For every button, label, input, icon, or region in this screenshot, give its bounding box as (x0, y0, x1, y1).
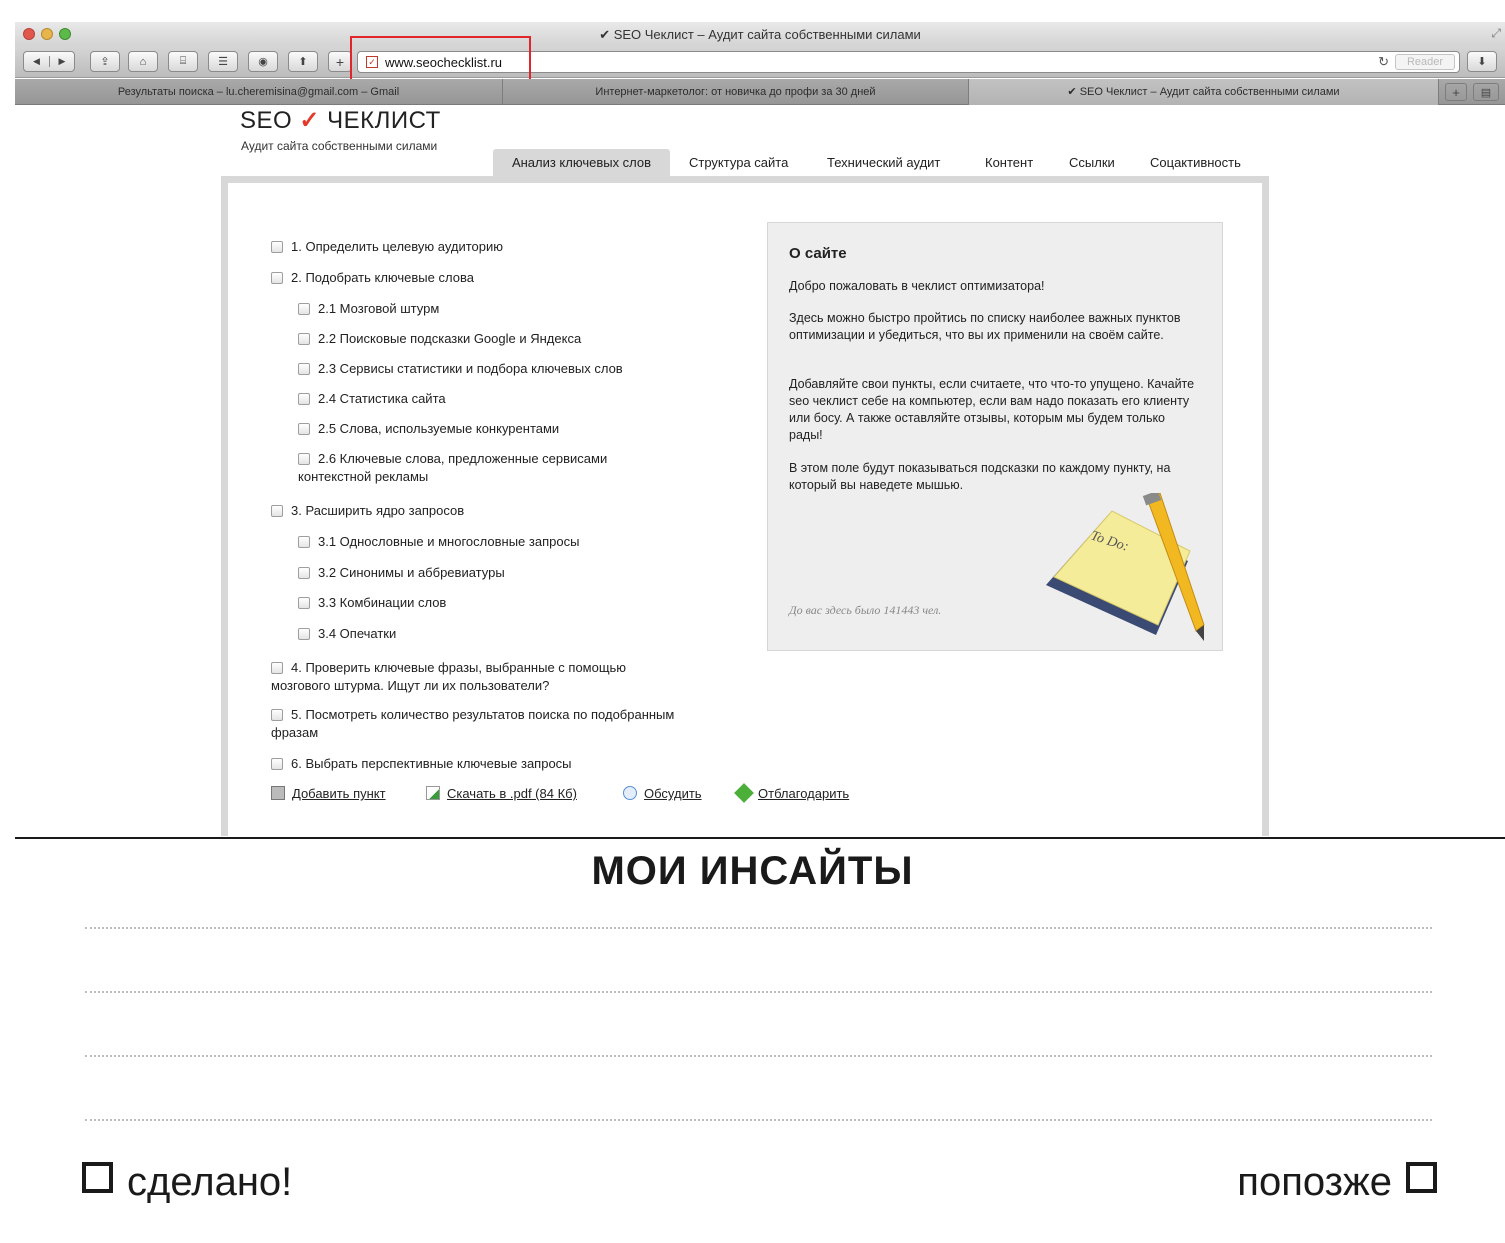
checkbox[interactable] (298, 303, 310, 315)
tab-gmail[interactable]: Результаты поиска – lu.cheremisina@gmail… (15, 79, 503, 105)
checkbox[interactable] (298, 393, 310, 405)
discuss-link[interactable]: Обсудить (623, 786, 702, 801)
bookmark-icon[interactable]: ☰ (208, 51, 238, 72)
checklist-item[interactable]: 2.4 Статистика сайта (298, 390, 446, 408)
about-title: О сайте (789, 245, 847, 262)
checkbox[interactable] (271, 662, 283, 674)
checklist-item[interactable]: 5. Посмотреть количество результатов пои… (271, 706, 674, 724)
section-divider (15, 837, 1505, 839)
checklist-item[interactable]: 3.4 Опечатки (298, 625, 396, 643)
later-checkbox[interactable] (1406, 1162, 1437, 1193)
done-option[interactable]: сделано! (82, 1160, 292, 1205)
back-forward-buttons: ◀ ▶ (23, 51, 75, 72)
checkbox[interactable] (271, 272, 283, 284)
checklist-item[interactable]: 2.2 Поисковые подсказки Google и Яндекса (298, 330, 581, 348)
checkbox[interactable] (271, 505, 283, 517)
share-icon[interactable]: ⇪ (90, 51, 120, 72)
writing-line (85, 1055, 1432, 1057)
visitor-counter: До вас здесь было 141443 чел. (789, 603, 942, 617)
later-option[interactable]: попозже (1237, 1160, 1437, 1205)
tab-technical-audit[interactable]: Технический аудит (827, 149, 940, 177)
checklist-item[interactable]: 4. Проверить ключевые фразы, выбранные с… (271, 659, 626, 677)
checkbox[interactable] (298, 363, 310, 375)
tab-seochecklist[interactable]: ✔ SEO Чеклист – Аудит сайта собственными… (969, 79, 1439, 105)
checklist-item[interactable]: 3. Расширить ядро запросов (271, 502, 464, 520)
checklist-item[interactable]: 2. Подобрать ключевые слова (271, 269, 474, 287)
add-bookmark-icon[interactable]: + (328, 51, 352, 72)
about-box: О сайте Добро пожаловать в чеклист оптим… (767, 222, 1223, 651)
checklist-item[interactable]: 1. Определить целевую аудиторию (271, 238, 503, 256)
checklist-item[interactable]: 2.6 Ключевые слова, предложенные сервиса… (298, 450, 607, 468)
back-icon[interactable]: ◀ (24, 56, 49, 67)
tab-list-icon[interactable]: ▤ (1473, 83, 1499, 101)
tab-links[interactable]: Ссылки (1069, 149, 1115, 177)
logo-check-icon: ✓ (299, 107, 320, 134)
about-paragraph: Добро пожаловать в чеклист оптимизатора! (789, 279, 1045, 293)
writing-line (85, 1119, 1432, 1121)
new-tab-button[interactable]: + (1445, 83, 1467, 101)
checkbox[interactable] (298, 423, 310, 435)
checkbox[interactable] (298, 453, 310, 465)
writing-line (85, 991, 1432, 993)
tab-content[interactable]: Контент (985, 149, 1033, 177)
site-tagline: Аудит сайта собственными силами (241, 139, 438, 153)
checkbox[interactable] (298, 536, 310, 548)
tab-keyword-analysis[interactable]: Анализ ключевых слов (493, 149, 670, 177)
done-label: сделано! (127, 1160, 293, 1204)
pdf-file-icon (426, 786, 440, 800)
checkbox[interactable] (298, 333, 310, 345)
fullscreen-icon[interactable]: ⤢ (1491, 26, 1501, 41)
about-paragraph: Здесь можно быстро пройтись по списку на… (789, 311, 1181, 342)
checklist-item[interactable]: 3.3 Комбинации слов (298, 594, 446, 612)
checkbox[interactable] (271, 241, 283, 253)
home-icon[interactable]: ⌂ (128, 51, 158, 72)
checklist-item[interactable]: 3.2 Синонимы и аббревиатуры (298, 564, 505, 582)
thank-gift-icon (734, 783, 754, 803)
insights-title: МОИ ИНСАЙТЫ (591, 849, 914, 893)
tab-marketer-course[interactable]: Интернет-маркетолог: от новичка до профи… (503, 79, 969, 105)
chat-bubble-icon (623, 786, 637, 800)
download-pdf-link[interactable]: Скачать в .pdf (84 Кб) (426, 786, 577, 801)
tab-social-activity[interactable]: Соцактивность (1150, 149, 1241, 177)
checklist-item-continuation: мозгового штурма. Ищут ли их пользовател… (271, 678, 550, 693)
checklist-item[interactable]: 2.1 Мозговой штурм (298, 300, 439, 318)
downloads-icon[interactable]: ⬇ (1467, 51, 1497, 72)
tab-bar: Результаты поиска – lu.cheremisina@gmail… (15, 79, 1505, 105)
add-item-icon (271, 786, 285, 800)
logo-word: ЧЕКЛИСТ (327, 107, 441, 134)
checklist-item-continuation: фразам (271, 725, 319, 740)
writing-line (85, 927, 1432, 929)
sticky-note-pencil-icon: To Do: (1046, 493, 1205, 641)
reader-button[interactable]: Reader (1395, 54, 1455, 70)
about-paragraph: Добавляйте свои пункты, если считаете, ч… (789, 377, 1195, 442)
window-title: ✔ SEO Чеклист – Аудит сайта собственными… (599, 27, 921, 42)
done-checkbox[interactable] (82, 1162, 113, 1193)
checkbox[interactable] (271, 758, 283, 770)
checkbox[interactable] (298, 597, 310, 609)
site-logo[interactable]: SEO ✓ ЧЕКЛИСТ (240, 106, 441, 135)
title-bar: ✔ SEO Чеклист – Аудит сайта собственными… (15, 22, 1505, 46)
thank-link[interactable]: Отблагодарить (734, 783, 849, 803)
browser-toolbar: ◀ ▶ ⇪ ⌂ ⌸ ☰ ◉ ⬆ + ✓ www.seochecklist.ru … (15, 46, 1505, 78)
top-sites-icon[interactable]: ◉ (248, 51, 278, 72)
checkbox[interactable] (298, 567, 310, 579)
checklist-item[interactable]: 6. Выбрать перспективные ключевые запрос… (271, 755, 572, 773)
extension-icon[interactable]: ⬆ (288, 51, 318, 72)
checklist-item[interactable]: 2.5 Слова, используемые конкурентами (298, 420, 559, 438)
history-icon[interactable]: ⌸ (168, 51, 198, 72)
checkbox[interactable] (298, 628, 310, 640)
later-label: попозже (1237, 1160, 1392, 1204)
forward-icon[interactable]: ▶ (48, 56, 74, 67)
tab-site-structure[interactable]: Структура сайта (689, 149, 788, 177)
checklist-item[interactable]: 3.1 Однословные и многословные запросы (298, 533, 579, 551)
add-item-link[interactable]: Добавить пункт (271, 786, 386, 801)
checklist-item-continuation: контекстной рекламы (298, 469, 429, 484)
reload-icon[interactable]: ↻ (1378, 54, 1389, 70)
logo-seo: SEO (240, 107, 293, 134)
about-paragraph: В этом поле будут показываться подсказки… (789, 461, 1171, 492)
checkbox[interactable] (271, 709, 283, 721)
checklist-item[interactable]: 2.3 Сервисы статистики и подбора ключевы… (298, 360, 623, 378)
